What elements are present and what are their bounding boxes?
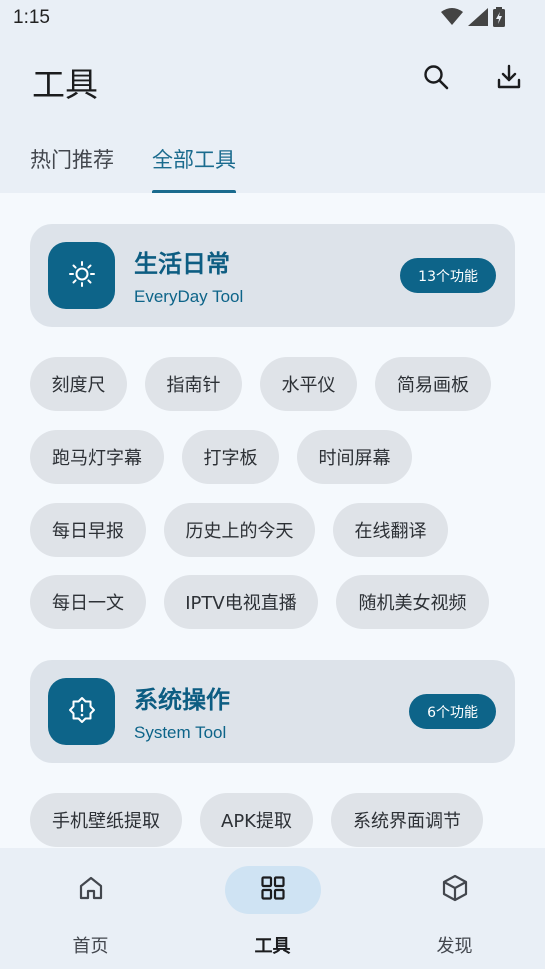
tool-chip-random-video[interactable]: 随机美女视频 bbox=[336, 575, 489, 629]
nav-item-tools[interactable]: 工具 bbox=[182, 848, 363, 969]
top-app-area: 1:15 工具 热门推荐 全部工具 bbox=[0, 0, 545, 193]
battery-icon bbox=[493, 7, 505, 31]
tab-bar: 热门推荐 全部工具 bbox=[0, 140, 545, 193]
nav-pill bbox=[407, 866, 503, 914]
tool-chip-daily-article[interactable]: 每日一文 bbox=[30, 575, 146, 629]
cube-icon bbox=[441, 874, 469, 906]
status-bar: 1:15 bbox=[0, 0, 545, 38]
tool-chip-typing-board[interactable]: 打字板 bbox=[182, 430, 279, 484]
tab-hot[interactable]: 热门推荐 bbox=[30, 144, 114, 193]
category-card-everyday[interactable]: 生活日常 EveryDay Tool 13个功能 bbox=[30, 224, 515, 327]
tool-chip-drawing-board[interactable]: 简易画板 bbox=[375, 357, 491, 411]
download-button[interactable] bbox=[489, 59, 529, 99]
category-icon-box bbox=[48, 678, 115, 745]
tab-all-tools[interactable]: 全部工具 bbox=[152, 144, 236, 193]
feature-count-badge: 6个功能 bbox=[409, 694, 496, 729]
nav-label: 首页 bbox=[72, 936, 109, 957]
system-alert-icon bbox=[68, 696, 96, 728]
search-button[interactable] bbox=[416, 59, 456, 99]
tool-chip-compass[interactable]: 指南针 bbox=[145, 357, 242, 411]
nav-pill bbox=[225, 866, 321, 914]
feature-count-badge: 13个功能 bbox=[400, 258, 496, 293]
page-title: 工具 bbox=[32, 65, 98, 104]
signal-icon bbox=[468, 8, 488, 30]
tool-chip-marquee[interactable]: 跑马灯字幕 bbox=[30, 430, 164, 484]
status-icons bbox=[441, 7, 505, 31]
category-icon-box bbox=[48, 242, 115, 309]
tool-chip-wallpaper-extract[interactable]: 手机壁纸提取 bbox=[30, 793, 182, 847]
search-icon bbox=[423, 64, 449, 94]
category-title: 系统操作 bbox=[134, 686, 230, 714]
bottom-navigation: 首页 工具 发现 bbox=[0, 848, 545, 969]
tool-chip-apk-extract[interactable]: APK提取 bbox=[200, 793, 313, 847]
nav-label: 工具 bbox=[254, 936, 291, 957]
tool-chip-translate[interactable]: 在线翻译 bbox=[333, 503, 448, 557]
grid-icon bbox=[260, 875, 286, 905]
category-card-system[interactable]: 系统操作 System Tool 6个功能 bbox=[30, 660, 515, 763]
download-icon bbox=[497, 64, 521, 94]
category-subtitle: System Tool bbox=[134, 723, 227, 742]
nav-item-discover[interactable]: 发现 bbox=[364, 848, 545, 969]
nav-pill bbox=[43, 866, 139, 914]
tool-chip-time-screen[interactable]: 时间屏幕 bbox=[297, 430, 412, 484]
tool-list[interactable]: 生活日常 EveryDay Tool 13个功能 刻度尺 指南针 水平仪 简易画… bbox=[0, 193, 545, 848]
tool-chip-daily-news[interactable]: 每日早报 bbox=[30, 503, 146, 557]
tool-chip-iptv[interactable]: IPTV电视直播 bbox=[164, 575, 318, 629]
nav-item-home[interactable]: 首页 bbox=[0, 848, 181, 969]
wifi-icon bbox=[441, 8, 463, 30]
category-title: 生活日常 bbox=[134, 250, 230, 278]
tool-chip-system-ui[interactable]: 系统界面调节 bbox=[331, 793, 483, 847]
tool-chip-ruler[interactable]: 刻度尺 bbox=[30, 357, 127, 411]
tool-chip-level[interactable]: 水平仪 bbox=[260, 357, 357, 411]
status-time: 1:15 bbox=[13, 7, 50, 28]
tool-chip-history-today[interactable]: 历史上的今天 bbox=[164, 503, 315, 557]
home-icon bbox=[78, 875, 104, 905]
sun-icon bbox=[68, 260, 96, 292]
nav-label: 发现 bbox=[436, 936, 473, 957]
category-subtitle: EveryDay Tool bbox=[134, 287, 244, 306]
